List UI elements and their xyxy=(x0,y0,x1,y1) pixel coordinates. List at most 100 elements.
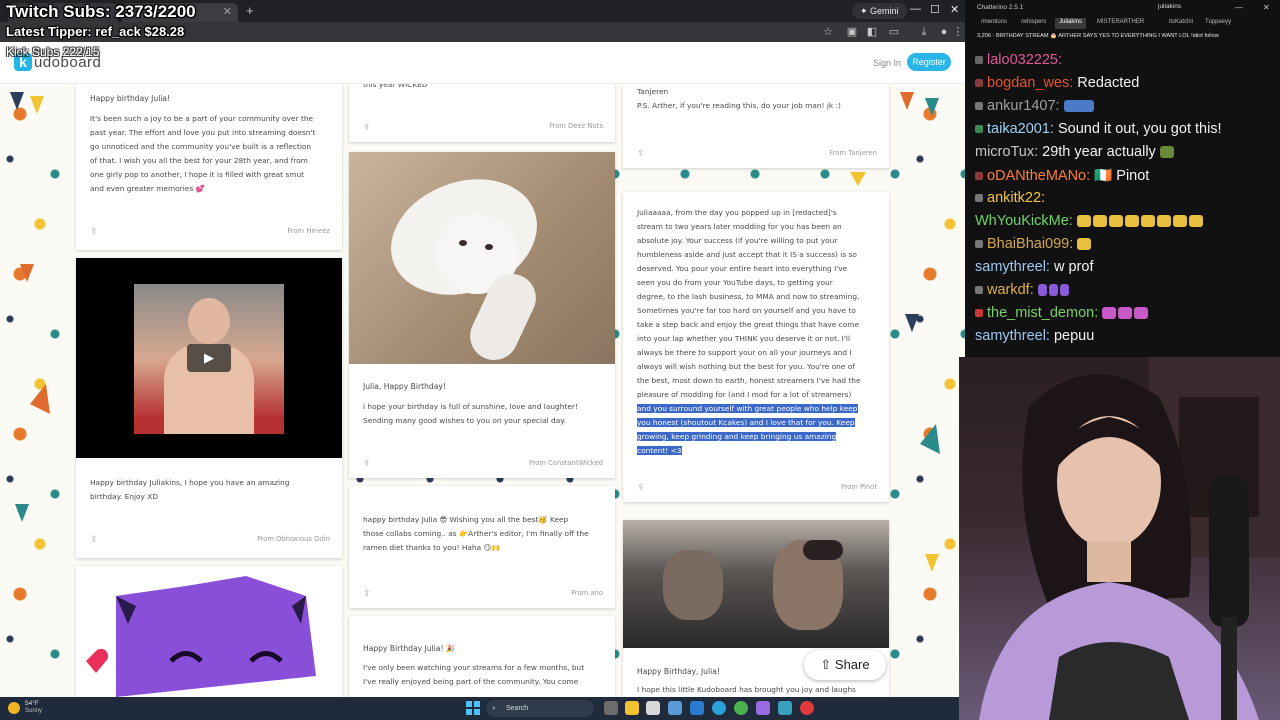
card-message-line: i hope your birthday is full of sunshine… xyxy=(363,402,578,411)
card-message: Tanjeren P.S. Arther, if you're reading … xyxy=(637,85,882,113)
chat-username[interactable]: lalo032225: xyxy=(987,52,1062,68)
chat-tab[interactable]: /mentions xyxy=(977,18,1011,29)
card-message-line: of that. I wish you all the best for you… xyxy=(90,156,308,165)
selected-text[interactable]: and you surround yourself with great peo… xyxy=(637,402,882,458)
taskbar-search[interactable]: ⌕ Search xyxy=(486,700,594,717)
chat-message[interactable]: taika2001: Sound it out, you got this! xyxy=(975,121,1222,143)
share-icon[interactable]: ⇪ xyxy=(363,122,373,132)
share-icon[interactable]: ⇪ xyxy=(90,226,100,236)
task-view-icon[interactable] xyxy=(604,701,618,715)
share-icon[interactable]: ⇪ xyxy=(363,588,373,598)
maximize-button[interactable]: ☐ xyxy=(930,3,940,16)
more-menu-icon[interactable]: ⋮ xyxy=(952,26,964,38)
profile-avatar-icon[interactable]: ● xyxy=(938,26,950,38)
play-icon[interactable]: ▶ xyxy=(187,344,231,372)
chat-tab[interactable]: /whispers xyxy=(1017,18,1050,29)
chat-message[interactable]: oDANtheMANo: 🇮🇪 Pinot xyxy=(975,167,1149,189)
chat-message[interactable]: warkdf: xyxy=(975,282,1071,304)
edge-icon[interactable] xyxy=(712,701,726,715)
card-author: From Pinot xyxy=(841,483,877,491)
card-message-line: Happy birthday Juliakins, I hope you hav… xyxy=(90,478,290,487)
car-photo[interactable] xyxy=(623,520,889,648)
share-icon[interactable]: ⇪ xyxy=(90,534,100,544)
streamer-webcam-image xyxy=(979,357,1280,720)
chat-username[interactable]: BhaiBhai099: xyxy=(987,236,1073,252)
chat-username[interactable]: WhYouKickMe: xyxy=(975,213,1073,229)
badge-icon xyxy=(975,172,983,181)
card-message-line: pleasure of modding for (and I mod for a… xyxy=(637,390,852,399)
chat-tab[interactable]: Tuppeeyy xyxy=(1201,18,1235,29)
share-icon[interactable]: ⇪ xyxy=(363,458,373,468)
share-icon[interactable]: ⇪ xyxy=(637,148,647,158)
card-message-line: always will wish nothing but the best fo… xyxy=(637,362,855,371)
sign-in-link[interactable]: Sign In xyxy=(873,58,901,68)
share-icon[interactable]: ⇪ xyxy=(637,482,647,492)
chat-username[interactable]: microTux: xyxy=(975,144,1038,160)
weather-temperature[interactable]: 54°F xyxy=(25,700,39,707)
thumbnail-person-head xyxy=(188,298,230,344)
download-icon[interactable]: ⤓ xyxy=(918,26,930,38)
chat-message[interactable]: samythreel: pepuu xyxy=(975,328,1094,350)
weather-sun-icon[interactable] xyxy=(8,702,20,714)
chat-message[interactable]: microTux: 29th year actually xyxy=(975,144,1176,166)
weather-description[interactable]: Sunny xyxy=(25,708,42,714)
minimize-button[interactable]: — xyxy=(1235,3,1243,12)
chat-username[interactable]: taika2001: xyxy=(987,121,1054,137)
chat-message[interactable]: WhYouKickMe: xyxy=(975,213,1205,235)
puzzle-icon[interactable]: ◧ xyxy=(866,26,878,38)
tab-close-icon[interactable]: ✕ xyxy=(223,5,232,18)
chat-username[interactable]: samythreel: xyxy=(975,259,1050,275)
card-message-line: I hope this little Kudoboard has brought… xyxy=(637,685,856,694)
card-message-line: happy birthday Julia 😎 Wishing you all t… xyxy=(363,515,569,524)
sidebar-icon[interactable]: ▭ xyxy=(888,26,900,38)
close-button[interactable]: ✕ xyxy=(1263,3,1270,12)
gemini-button[interactable]: ✦ Gemini xyxy=(852,3,907,19)
chat-message[interactable]: samythreel: w prof xyxy=(975,259,1093,281)
chat-username[interactable]: bogdan_wes: xyxy=(987,75,1073,91)
register-button[interactable]: Register xyxy=(907,53,951,71)
file-explorer-icon[interactable] xyxy=(625,701,639,715)
chat-tab[interactable]: itsKatchii xyxy=(1165,18,1197,29)
app-icon[interactable] xyxy=(668,701,682,715)
chat-message[interactable]: bogdan_wes: Redacted xyxy=(975,75,1139,97)
obs-icon[interactable] xyxy=(800,701,814,715)
chat-username[interactable]: samythreel: xyxy=(975,328,1050,344)
share-button[interactable]: ⇧ Share xyxy=(804,650,886,680)
chat-username[interactable]: ankur1407: xyxy=(987,98,1060,114)
app-icon[interactable] xyxy=(778,701,792,715)
selected-line: and you surround yourself with great peo… xyxy=(637,404,858,413)
chat-tab[interactable]: MISTERARTHER xyxy=(1093,18,1148,29)
windows-start-icon[interactable] xyxy=(466,701,480,715)
chat-message[interactable]: the_mist_demon: xyxy=(975,305,1150,327)
kudo-card: this year WICKED ⇪ From Deez Nuts xyxy=(349,84,615,142)
chat-message[interactable]: ankur1407: xyxy=(975,98,1096,120)
emote-icon xyxy=(1188,215,1203,228)
selected-line: you honest (shoutout Kcakes) and I love … xyxy=(637,418,855,427)
chat-username[interactable]: oDANtheMANo: xyxy=(987,168,1090,184)
bookmark-star-icon[interactable]: ☆ xyxy=(822,26,834,38)
chat-tab-active[interactable]: Juliakins xyxy=(1055,18,1087,29)
card-message-line: P.S. Arther, if you're reading this, do … xyxy=(637,101,841,110)
chat-username[interactable]: warkdf: xyxy=(987,282,1034,298)
chat-username[interactable]: the_mist_demon: xyxy=(987,305,1098,321)
minimize-button[interactable]: — xyxy=(910,3,921,15)
app-icon[interactable] xyxy=(756,701,770,715)
chat-channel-name[interactable]: juliakins xyxy=(1158,3,1181,10)
new-tab-button[interactable]: + xyxy=(246,3,254,18)
card-message: this year WICKED xyxy=(363,84,608,92)
emote-icon xyxy=(1077,238,1092,251)
kudo-card: Happy birthday Julia! It's been such a j… xyxy=(76,84,342,250)
chat-username[interactable]: ankitk22: xyxy=(987,190,1045,206)
app-icon[interactable] xyxy=(690,701,704,715)
chat-message[interactable]: lalo032225: xyxy=(975,52,1062,74)
chat-message[interactable]: ankitk22: xyxy=(975,190,1045,212)
store-icon[interactable] xyxy=(646,701,660,715)
cat-photo[interactable] xyxy=(349,152,615,368)
extension-icon[interactable]: ▣ xyxy=(846,26,858,38)
chrome-icon[interactable] xyxy=(734,701,748,715)
chat-message[interactable]: BhaiBhai099: xyxy=(975,236,1093,258)
video-frame[interactable]: ▶ xyxy=(76,258,342,458)
card-message: It's been such a joy to be a part of you… xyxy=(90,112,335,196)
search-label: Search xyxy=(506,705,529,712)
close-button[interactable]: ✕ xyxy=(950,3,959,16)
